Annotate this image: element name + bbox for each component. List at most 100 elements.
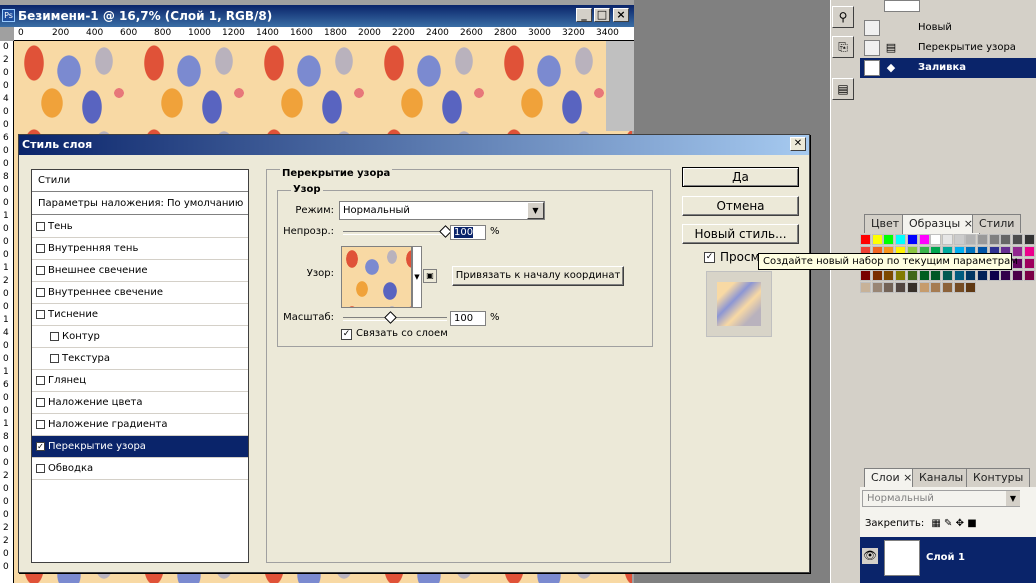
effect-item[interactable]: Текстура (32, 348, 248, 370)
tab-swatches[interactable]: Образцы × (902, 214, 980, 234)
dialog-title-bar[interactable]: Стиль слоя (19, 135, 809, 155)
ok-button[interactable]: Да (682, 167, 799, 187)
color-swatch[interactable] (906, 282, 918, 293)
color-swatch[interactable] (965, 270, 977, 281)
tab-paths[interactable]: Контуры (966, 468, 1031, 487)
layer-comps-icon[interactable]: ▤ (832, 78, 854, 100)
effect-item[interactable]: Внутреннее свечение (32, 282, 248, 304)
history-snapshot-thumb[interactable] (884, 0, 920, 12)
lock-all-icon[interactable]: ■ (967, 518, 976, 529)
color-swatch[interactable] (871, 270, 883, 281)
styles-header[interactable]: Стили (32, 170, 248, 192)
color-swatch[interactable] (860, 282, 871, 293)
history-item-selected[interactable]: ◆ Заливка (860, 58, 1036, 78)
clone-source-icon[interactable]: ⎘ (832, 36, 854, 58)
opacity-input[interactable]: 100 (450, 225, 486, 240)
color-swatch[interactable] (883, 270, 895, 281)
history-state-checkbox[interactable] (864, 40, 880, 56)
history-state-checkbox[interactable] (864, 20, 880, 36)
effect-item[interactable]: Внешнее свечение (32, 260, 248, 282)
close-icon[interactable]: ✕ (790, 137, 806, 151)
effect-checkbox[interactable] (36, 464, 45, 473)
color-swatch[interactable] (918, 270, 930, 281)
blend-mode-select[interactable]: Нормальный (339, 201, 545, 220)
chevron-down-icon[interactable]: ▼ (527, 202, 544, 219)
color-swatch[interactable] (1000, 270, 1012, 281)
color-swatch[interactable] (895, 282, 907, 293)
effect-checkbox[interactable] (36, 420, 45, 429)
document-title-bar[interactable]: Безимени-1 @ 16,7% (Слой 1, RGB/8) _ □ × (0, 5, 634, 27)
layer-thumbnail[interactable] (884, 540, 920, 576)
effect-item[interactable]: ✓ Перекрытие узора (32, 436, 248, 458)
color-swatch[interactable] (953, 234, 965, 245)
effect-item[interactable]: Тень (32, 216, 248, 238)
chevron-down-icon[interactable]: ▼ (1006, 491, 1020, 506)
scale-input[interactable]: 100 (450, 311, 486, 326)
history-state-checkbox[interactable] (864, 60, 880, 76)
effect-checkbox[interactable] (50, 354, 59, 363)
effect-item[interactable]: Контур (32, 326, 248, 348)
effect-checkbox[interactable] (36, 222, 45, 231)
history-item[interactable]: Новый (860, 18, 1036, 38)
color-swatch[interactable] (895, 234, 907, 245)
color-swatch[interactable] (871, 282, 883, 293)
link-with-layer-checkbox[interactable]: ✓ (341, 329, 352, 340)
lock-transparency-icon[interactable]: ▦ (931, 518, 940, 529)
layer-name[interactable]: Слой 1 (926, 552, 965, 563)
lock-brush-icon[interactable]: ✎ (944, 518, 952, 529)
color-swatch[interactable] (941, 234, 953, 245)
snap-to-origin-button[interactable]: Привязать к началу координат (452, 266, 624, 286)
maximize-button[interactable]: □ (594, 8, 610, 22)
eye-icon[interactable]: 👁 (862, 548, 878, 564)
color-swatch[interactable] (918, 282, 930, 293)
color-swatch[interactable] (1023, 246, 1035, 257)
chevron-down-icon[interactable]: ▼ (412, 246, 422, 308)
new-style-button[interactable]: Новый стиль... (682, 224, 799, 244)
color-swatch[interactable] (883, 282, 895, 293)
tab-color[interactable]: Цвет (864, 214, 907, 233)
color-swatch[interactable] (930, 270, 942, 281)
effect-item[interactable]: Глянец (32, 370, 248, 392)
color-swatch[interactable] (918, 234, 930, 245)
history-item[interactable]: ▤ Перекрытие узора (860, 38, 1036, 58)
close-button[interactable]: × (613, 8, 629, 22)
color-swatch[interactable] (906, 234, 918, 245)
color-swatch[interactable] (953, 270, 965, 281)
effect-checkbox[interactable] (36, 398, 45, 407)
brush-preset-icon[interactable]: ⚲ (832, 6, 854, 28)
color-swatch[interactable] (1012, 234, 1024, 245)
pattern-picker[interactable] (341, 246, 412, 308)
color-swatch[interactable] (906, 270, 918, 281)
color-swatch[interactable] (1023, 258, 1035, 269)
color-swatch[interactable] (883, 234, 895, 245)
effect-checkbox[interactable] (36, 266, 45, 275)
color-swatch[interactable] (941, 282, 953, 293)
close-icon[interactable]: × (903, 471, 912, 484)
color-swatch[interactable] (1000, 234, 1012, 245)
opacity-slider[interactable] (343, 225, 452, 238)
color-swatch[interactable] (941, 270, 953, 281)
tab-channels[interactable]: Каналы (912, 468, 971, 487)
tab-styles[interactable]: Стили (972, 214, 1022, 233)
color-swatch[interactable] (895, 270, 907, 281)
effect-checkbox[interactable]: ✓ (36, 442, 45, 451)
minimize-button[interactable]: _ (576, 8, 592, 22)
color-swatch[interactable] (860, 234, 871, 245)
effect-checkbox[interactable] (36, 288, 45, 297)
color-swatch[interactable] (953, 282, 965, 293)
preview-checkbox[interactable]: ✓ (704, 252, 715, 263)
color-swatch[interactable] (930, 234, 942, 245)
color-swatch[interactable] (871, 234, 883, 245)
cancel-button[interactable]: Отмена (682, 196, 799, 216)
color-swatch[interactable] (988, 270, 1000, 281)
effect-item[interactable]: Обводка (32, 458, 248, 480)
effect-item[interactable]: Тиснение (32, 304, 248, 326)
color-swatch[interactable] (1023, 234, 1035, 245)
color-swatch[interactable] (1023, 270, 1035, 281)
effect-item[interactable]: Внутренняя тень (32, 238, 248, 260)
blending-options-item[interactable]: Параметры наложения: По умолчанию (32, 193, 248, 215)
color-swatch[interactable] (988, 234, 1000, 245)
color-swatch[interactable] (977, 270, 988, 281)
effect-checkbox[interactable] (50, 332, 59, 341)
effect-checkbox[interactable] (36, 310, 45, 319)
